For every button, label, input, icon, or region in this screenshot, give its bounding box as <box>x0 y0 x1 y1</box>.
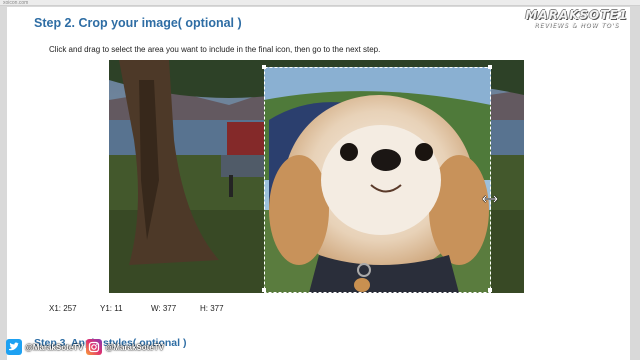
coord-h: H: 377 <box>200 304 224 313</box>
crop-instruction: Click and drag to select the area you wa… <box>49 45 381 54</box>
channel-watermark: MARAKSOTE1 REVIEWS & HOW TO'S <box>525 8 628 29</box>
coord-w: W: 377 <box>151 304 177 313</box>
instagram-icon <box>86 339 103 355</box>
social-handles: @MarakSoteTV @MarakSoteTV <box>6 339 164 355</box>
instagram-handle: @MarakSoteTV <box>105 342 164 352</box>
crop-handle-bottom-right <box>488 288 492 292</box>
browser-url-bar[interactable]: xoicon.com <box>0 0 640 6</box>
watermark-subtitle: REVIEWS & HOW TO'S <box>534 22 620 29</box>
coord-x1: X1: 257 <box>49 304 77 313</box>
page-content: Step 2. Crop your image( optional ) Clic… <box>7 7 630 360</box>
photo-image <box>109 60 524 293</box>
crop-canvas[interactable] <box>109 60 524 293</box>
twitter-handle: @MarakSoteTV <box>25 342 84 352</box>
crop-handle-top-right <box>488 65 492 69</box>
step2-title: Step 2. Crop your image( optional ) <box>34 16 242 30</box>
crop-handle-top-left <box>262 65 266 69</box>
url-text: xoicon.com <box>3 0 29 6</box>
watermark-title: MARAKSOTE1 <box>525 8 628 22</box>
twitter-icon <box>6 339 22 355</box>
coord-y1: Y1: 11 <box>100 304 123 313</box>
crop-handle-bottom-left <box>262 288 266 292</box>
